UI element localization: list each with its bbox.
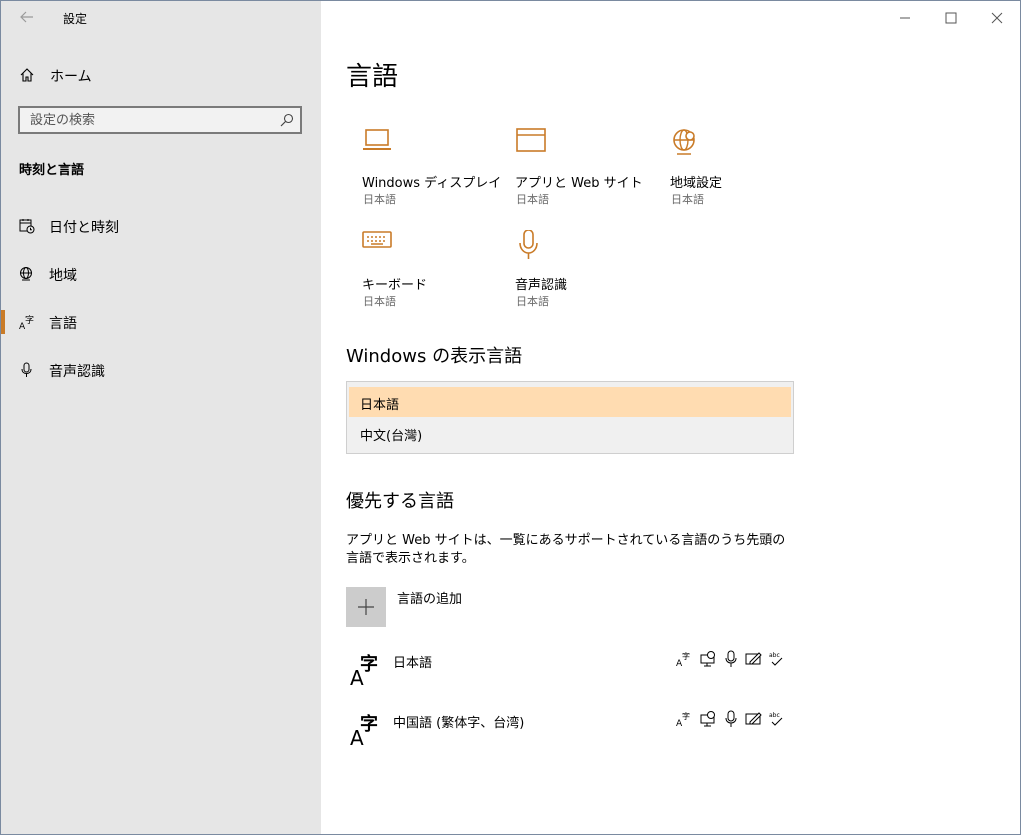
tile-name: 地域設定 <box>670 176 723 191</box>
tile-sub: 日本語 <box>671 193 704 206</box>
sidebar-item-speech[interactable]: 音声認識 <box>1 350 321 390</box>
title-bar: 設定 <box>1 1 321 35</box>
globe-region-icon <box>20 267 32 281</box>
tile-name: Windows ディスプレイ <box>362 176 502 191</box>
settings-window: 設定 ホーム 時刻と言語 日付と時刻 地域 A字 言語 音声認識 <box>0 0 1021 835</box>
text-to-speech-icon <box>700 651 715 667</box>
globe-settings-icon <box>673 129 695 155</box>
calendar-clock-icon <box>19 219 35 234</box>
tile-sub: 日本語 <box>516 193 549 206</box>
home-label: ホーム <box>50 69 92 85</box>
search-input[interactable] <box>20 108 270 132</box>
page-title: 言語 <box>346 62 399 92</box>
display-language-list[interactable]: 日本語 中文(台灣) <box>346 381 794 454</box>
preferred-language-row[interactable]: 字 A 中国語 (繁体字、台湾) A字 abc <box>346 708 796 756</box>
display-language-icon: A字 <box>676 651 690 668</box>
spell-check-icon: abc <box>769 712 783 726</box>
sidebar-item-label: 地域 <box>49 268 77 284</box>
sidebar-item-home[interactable]: ホーム <box>1 59 321 91</box>
speech-recognition-icon <box>725 650 737 667</box>
svg-text:abc: abc <box>769 652 780 659</box>
close-icon <box>991 12 1003 24</box>
tile-sub: 日本語 <box>516 295 549 308</box>
back-arrow-icon <box>20 11 33 23</box>
display-language-option[interactable]: 中文(台灣) <box>349 418 791 448</box>
sidebar-item-label: 言語 <box>49 316 77 332</box>
laptop-icon <box>363 129 391 150</box>
language-name: 日本語 <box>393 656 433 671</box>
tile-keyboard[interactable]: キーボード 日本語 <box>362 230 512 320</box>
tile-name: 音声認識 <box>515 278 568 293</box>
sidebar-item-region[interactable]: 地域 <box>1 254 321 294</box>
svg-text:字: 字 <box>25 314 34 326</box>
handwriting-icon <box>745 712 762 725</box>
language-glyph-icon: A <box>350 726 364 750</box>
tile-apps-websites[interactable]: アプリと Web サイト 日本語 <box>515 128 665 218</box>
option-label: 中文(台灣) <box>360 429 423 444</box>
text-to-speech-icon <box>700 711 715 727</box>
tile-sub: 日本語 <box>363 295 396 308</box>
option-label: 日本語 <box>360 398 400 413</box>
maximize-icon <box>945 12 957 24</box>
tile-name: キーボード <box>362 278 428 293</box>
language-features: A字 abc <box>676 710 786 728</box>
tile-speech[interactable]: 音声認識 日本語 <box>515 230 665 320</box>
microphone-icon <box>21 362 32 377</box>
microphone-icon <box>519 230 538 259</box>
svg-text:字: 字 <box>682 651 690 661</box>
tile-sub: 日本語 <box>363 193 396 206</box>
window-controls <box>882 1 1020 35</box>
section-heading: 時刻と言語 <box>19 163 85 178</box>
plus-icon <box>358 599 374 615</box>
spell-check-icon: abc <box>769 652 783 666</box>
home-icon <box>20 68 34 82</box>
handwriting-icon <box>745 652 762 665</box>
tile-name: アプリと Web サイト <box>515 176 643 191</box>
language-name: 中国語 (繁体字、台湾) <box>393 716 525 731</box>
minimize-icon <box>900 17 910 19</box>
minimize-button[interactable] <box>882 1 928 35</box>
display-language-icon: A字 <box>676 711 690 728</box>
language-features: A字 abc <box>676 650 786 668</box>
display-language-heading: Windows の表示言語 <box>346 346 523 367</box>
svg-text:字: 字 <box>682 711 690 721</box>
preferred-languages-heading: 優先する言語 <box>346 491 454 512</box>
browser-window-icon <box>516 128 546 152</box>
preferred-language-row[interactable]: 字 A 日本語 A字 abc <box>346 648 796 696</box>
language-glyph-icon: A <box>350 666 364 690</box>
sidebar-item-label: 音声認識 <box>49 364 105 380</box>
svg-text:abc: abc <box>769 712 780 719</box>
speech-recognition-icon <box>725 710 737 727</box>
tile-regional-settings[interactable]: 地域設定 日本語 <box>670 128 820 218</box>
search-box[interactable] <box>18 106 302 134</box>
preferred-languages-description: アプリと Web サイトは、一覧にあるサポートされている言語のうち先頭の言語で表… <box>346 533 786 566</box>
add-language-label[interactable]: 言語の追加 <box>397 588 462 607</box>
keyboard-icon <box>362 231 392 248</box>
back-button[interactable] <box>13 5 41 29</box>
sidebar-item-date-time[interactable]: 日付と時刻 <box>1 206 321 246</box>
main-content: 言語 Windows ディスプレイ 日本語 アプリと Web サイト 日本語 地… <box>321 1 1020 834</box>
search-icon[interactable] <box>280 113 294 127</box>
close-button[interactable] <box>974 1 1020 35</box>
maximize-button[interactable] <box>928 1 974 35</box>
display-language-option[interactable]: 日本語 <box>349 387 791 417</box>
language-icon: A字 <box>19 314 34 330</box>
sidebar-item-language[interactable]: A字 言語 <box>1 302 321 342</box>
sidebar: 設定 ホーム 時刻と言語 日付と時刻 地域 A字 言語 音声認識 <box>1 1 321 834</box>
sidebar-item-label: 日付と時刻 <box>49 220 119 236</box>
tile-windows-display[interactable]: Windows ディスプレイ 日本語 <box>362 128 512 218</box>
add-language-button[interactable] <box>346 587 386 627</box>
app-title: 設定 <box>63 12 88 26</box>
